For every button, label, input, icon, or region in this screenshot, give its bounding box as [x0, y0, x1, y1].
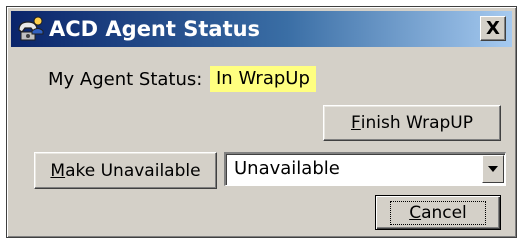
close-icon: X	[486, 17, 500, 39]
dropdown-button[interactable]	[482, 155, 504, 183]
acd-agent-status-dialog: ACD Agent Status X My Agent Status: In W…	[6, 6, 517, 238]
finish-mnemonic: F	[351, 113, 361, 133]
agent-phone-icon	[18, 16, 44, 41]
agent-status-value: In WrapUp	[210, 66, 316, 92]
chevron-down-icon	[488, 166, 498, 172]
cancel-button[interactable]: Cancel	[375, 195, 501, 230]
availability-select[interactable]: Unavailable	[224, 152, 506, 186]
close-button[interactable]: X	[480, 16, 506, 41]
cancel-focus-rect: Cancel	[390, 200, 486, 225]
finish-label: inish WrapUP	[360, 113, 473, 133]
agent-status-label: My Agent Status:	[48, 69, 203, 90]
unavailable-label: ake Unavailable	[65, 160, 201, 181]
cancel-label: ancel	[421, 202, 467, 223]
window-title: ACD Agent Status	[49, 17, 261, 41]
availability-selected-value: Unavailable	[234, 158, 340, 179]
cancel-mnemonic: C	[409, 202, 422, 223]
finish-wrapup-button[interactable]: Finish WrapUP	[323, 105, 501, 141]
unavailable-mnemonic: M	[50, 160, 66, 181]
title-bar[interactable]: ACD Agent Status X	[11, 11, 512, 47]
make-unavailable-button[interactable]: Make Unavailable	[34, 152, 217, 189]
